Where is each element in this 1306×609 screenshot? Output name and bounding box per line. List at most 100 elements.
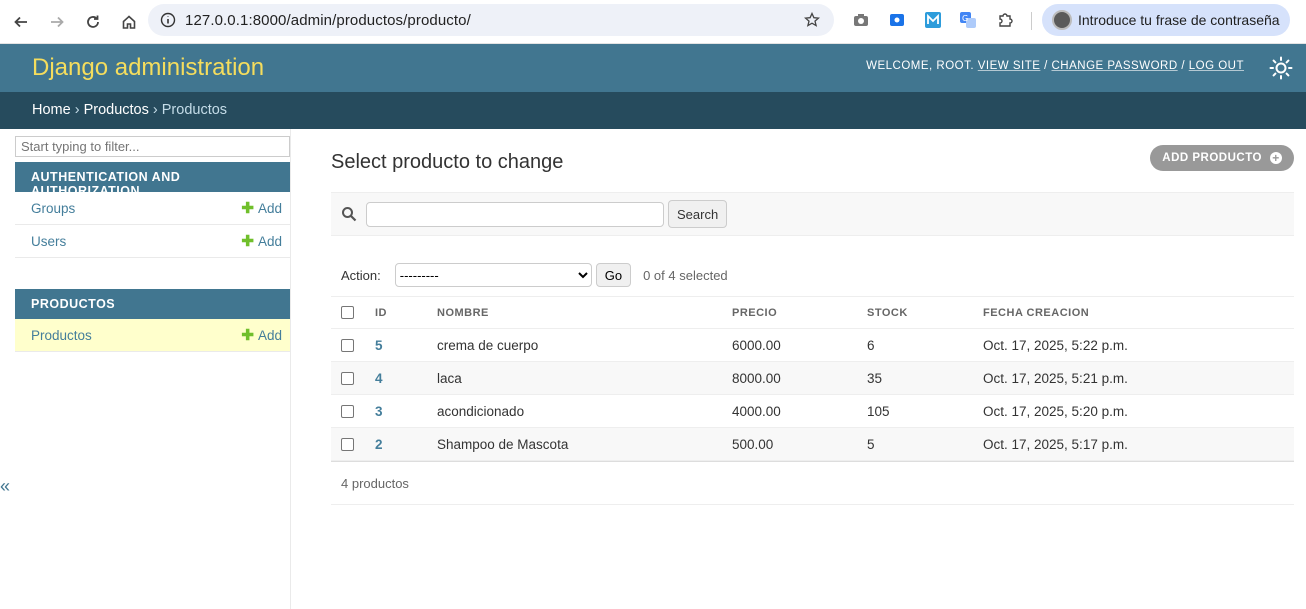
nombre-cell: Shampoo de Mascota — [431, 427, 726, 461]
avatar — [1052, 10, 1072, 30]
select-all-checkbox[interactable] — [341, 306, 354, 319]
breadcrumb: Home › Productos › Productos — [0, 92, 1306, 129]
row-id-link[interactable]: 5 — [375, 338, 383, 353]
row-checkbox[interactable] — [341, 438, 354, 452]
back-icon[interactable] — [8, 9, 34, 35]
column-header-id[interactable]: ID — [369, 296, 431, 329]
sidebar-filter-input[interactable] — [15, 136, 290, 157]
selection-counter: 0 of 4 selected — [643, 267, 728, 283]
user-tools: WELCOME, ROOT. VIEW SITE / CHANGE PASSWO… — [866, 60, 1244, 72]
sidebar-item-label[interactable]: Productos — [31, 328, 92, 343]
forward-icon[interactable] — [44, 9, 70, 35]
sidebar-item-label[interactable]: Groups — [31, 201, 75, 216]
precio-cell: 8000.00 — [726, 361, 861, 395]
id-cell: 3 — [369, 394, 431, 428]
module-caption[interactable]: AUTHENTICATION AND AUTHORIZATION — [15, 162, 290, 198]
action-label: Action: — [341, 267, 381, 283]
table-header-row: ID NOMBRE PRECIO STOCK FECHA CREACION — [331, 296, 1294, 329]
plus-icon: ✚ — [241, 200, 254, 217]
browser-toolbar: 127.0.0.1:8000/admin/productos/producto/… — [0, 0, 1306, 44]
search-input[interactable] — [366, 201, 664, 227]
sidebar-item-productos: Productos ✚ Add — [15, 319, 290, 352]
column-header-stock[interactable]: STOCK — [861, 296, 977, 329]
select-all-cell — [331, 296, 369, 329]
column-header-fecha[interactable]: FECHA CREACION — [977, 296, 1294, 329]
fecha-cell: Oct. 17, 2025, 5:17 p.m. — [977, 427, 1294, 461]
add-group-link[interactable]: ✚ Add — [241, 199, 282, 217]
row-select-cell — [331, 361, 369, 395]
url-text: 127.0.0.1:8000/admin/productos/producto/ — [185, 11, 471, 29]
view-site-link[interactable]: VIEW SITE — [978, 60, 1041, 72]
id-cell: 2 — [369, 427, 431, 461]
site-brand[interactable]: Django administration — [32, 54, 264, 82]
module-auth: AUTHENTICATION AND AUTHORIZATION Groups … — [15, 162, 290, 258]
row-id-link[interactable]: 4 — [375, 371, 383, 386]
row-select-cell — [331, 328, 369, 362]
precio-cell: 500.00 — [726, 427, 861, 461]
go-button[interactable]: Go — [595, 263, 632, 287]
search-button[interactable]: Search — [668, 200, 728, 228]
plus-icon: + — [1270, 152, 1282, 164]
nav-sidebar: AUTHENTICATION AND AUTHORIZATION Groups … — [0, 129, 291, 609]
stock-cell: 5 — [861, 427, 977, 461]
profile-button[interactable]: Introduce tu frase de contraseña — [1042, 4, 1290, 36]
toggle-nav-sidebar-button[interactable]: « — [0, 476, 14, 497]
stock-cell: 6 — [861, 328, 977, 362]
bookmark-star-icon[interactable] — [804, 12, 820, 28]
sidebar-item-users: Users ✚ Add — [15, 225, 290, 258]
table-row: 4 laca 8000.00 35 Oct. 17, 2025, 5:21 p.… — [331, 361, 1294, 395]
sidebar-item-label[interactable]: Users — [31, 234, 66, 249]
search-icon — [342, 207, 357, 222]
home-icon[interactable] — [116, 9, 142, 35]
add-label: Add — [257, 233, 282, 249]
row-checkbox[interactable] — [341, 339, 354, 353]
fecha-cell: Oct. 17, 2025, 5:20 p.m. — [977, 394, 1294, 428]
add-label: Add — [257, 327, 282, 343]
add-producto-label: ADD PRODUCTO — [1162, 152, 1262, 164]
module-productos: PRODUCTOS Productos ✚ Add — [15, 289, 290, 352]
translate-icon[interactable]: G — [959, 11, 977, 29]
table-row: 2 Shampoo de Mascota 500.00 5 Oct. 17, 2… — [331, 427, 1294, 461]
table-row: 3 acondicionado 4000.00 105 Oct. 17, 202… — [331, 394, 1294, 428]
site-info-icon[interactable] — [160, 12, 176, 28]
nombre-cell: laca — [431, 361, 726, 395]
camera-icon[interactable] — [852, 11, 870, 29]
row-checkbox[interactable] — [341, 405, 354, 419]
id-cell: 5 — [369, 328, 431, 362]
svg-text:G: G — [962, 14, 968, 23]
row-id-link[interactable]: 2 — [375, 437, 383, 452]
row-select-cell — [331, 394, 369, 428]
add-producto-link[interactable]: ✚ Add — [241, 326, 282, 344]
reload-icon[interactable] — [80, 9, 106, 35]
module-caption[interactable]: PRODUCTOS — [15, 289, 290, 319]
extensions-puzzle-icon[interactable] — [996, 11, 1014, 29]
row-id-link[interactable]: 3 — [375, 404, 383, 419]
stock-cell: 35 — [861, 361, 977, 395]
column-header-nombre[interactable]: NOMBRE — [431, 296, 726, 329]
column-header-precio[interactable]: PRECIO — [726, 296, 861, 329]
add-user-link[interactable]: ✚ Add — [241, 232, 282, 250]
change-password-link[interactable]: CHANGE PASSWORD — [1052, 60, 1178, 72]
add-label: Add — [257, 200, 282, 216]
address-bar[interactable]: 127.0.0.1:8000/admin/productos/producto/ — [148, 4, 834, 36]
mail-extension-icon[interactable] — [924, 11, 942, 29]
breadcrumb-home[interactable]: Home — [32, 102, 71, 118]
search-toolbar: Search — [331, 192, 1294, 236]
toolbar-divider — [1031, 12, 1032, 30]
profile-label: Introduce tu frase de contraseña — [1078, 12, 1280, 28]
plus-icon: ✚ — [241, 327, 254, 344]
stock-cell: 105 — [861, 394, 977, 428]
id-cell: 4 — [369, 361, 431, 395]
table-row: 5 crema de cuerpo 6000.00 6 Oct. 17, 202… — [331, 328, 1294, 362]
row-select-cell — [331, 427, 369, 461]
add-producto-button[interactable]: ADD PRODUCTO + — [1150, 145, 1294, 171]
precio-cell: 6000.00 — [726, 328, 861, 362]
plus-icon: ✚ — [241, 233, 254, 250]
screen-recorder-icon[interactable] — [888, 11, 906, 29]
precio-cell: 4000.00 — [726, 394, 861, 428]
breadcrumb-app[interactable]: Productos — [84, 102, 149, 118]
log-out-link[interactable]: LOG OUT — [1189, 60, 1244, 72]
action-select[interactable]: --------- — [394, 263, 592, 287]
row-checkbox[interactable] — [341, 372, 354, 386]
theme-toggle-icon[interactable] — [1269, 56, 1293, 80]
